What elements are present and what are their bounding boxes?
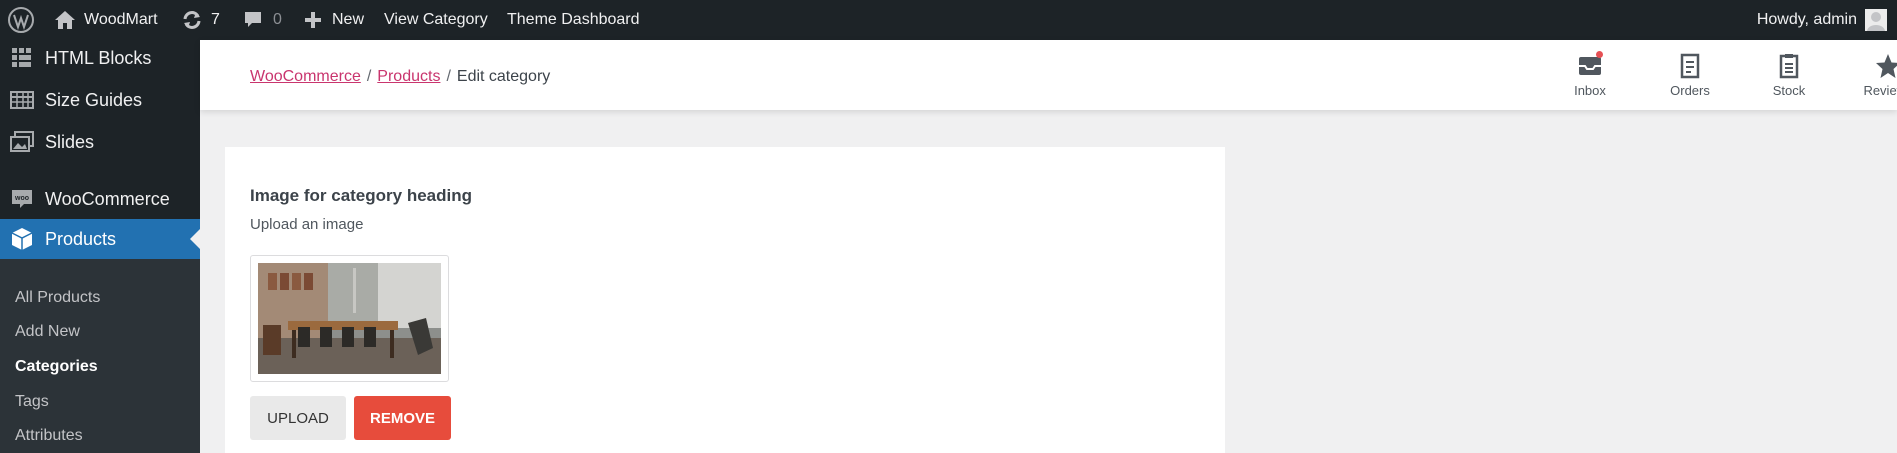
submenu-item-add-new[interactable]: Add New <box>15 323 80 341</box>
star-icon <box>1874 52 1897 80</box>
submenu-item-categories[interactable]: Categories <box>15 358 98 376</box>
stock-button[interactable]: Stock <box>1749 50 1829 102</box>
breadcrumb-separator: / <box>366 68 372 85</box>
sidebar-item-label: HTML Blocks <box>45 47 152 68</box>
view-category-label: View Category <box>384 11 488 28</box>
sidebar-item-size-guides[interactable]: Size Guides <box>0 80 200 120</box>
sidebar-item-label: WooCommerce <box>45 188 170 209</box>
inbox-label: Inbox <box>1574 83 1606 98</box>
field-title: Image for category heading <box>250 186 472 205</box>
comment-bubble-icon <box>243 10 263 30</box>
submenu-item-attributes[interactable]: Attributes <box>15 427 83 445</box>
sidebar-item-products[interactable]: Products <box>0 219 200 259</box>
wordpress-logo-icon[interactable] <box>8 0 34 40</box>
category-image-thumbnail <box>250 255 449 382</box>
avatar <box>1865 9 1887 31</box>
breadcrumb: WooCommerce / Products / Edit category <box>250 68 550 86</box>
sidebar-item-label: Slides <box>45 131 95 152</box>
plus-icon <box>304 11 322 29</box>
reviews-button[interactable]: Reviews <box>1848 50 1897 102</box>
updates-link[interactable]: 7 <box>181 0 220 40</box>
woocommerce-header: WooCommerce / Products / Edit category Inbox… <box>200 40 1897 110</box>
breadcrumb-link-products[interactable]: Products <box>377 68 440 85</box>
inbox-icon <box>1576 51 1604 80</box>
sidebar-item-html-blocks[interactable]: HTML Blocks <box>0 40 200 76</box>
products-submenu: All Products Add New Categories Tags Att… <box>0 259 200 453</box>
theme-dashboard-link[interactable]: Theme Dashboard <box>507 0 640 40</box>
category-image-panel: Image for category heading Upload an ima… <box>225 147 1225 453</box>
notification-dot <box>1596 51 1603 58</box>
dining-room-photo <box>258 263 441 374</box>
stock-clipboard-icon <box>1775 52 1803 80</box>
comments-count: 0 <box>273 11 282 28</box>
reviews-label: Reviews <box>1863 83 1897 98</box>
comments-link[interactable]: 0 <box>243 0 282 40</box>
breadcrumb-separator: / <box>446 68 451 85</box>
current-menu-arrow <box>190 229 200 249</box>
sidebar-item-slides[interactable]: Slides <box>0 122 200 162</box>
orders-clipboard-icon <box>1676 52 1704 80</box>
product-box-icon <box>10 227 34 251</box>
svg-text:woo: woo <box>14 195 29 202</box>
sidebar-item-label: Products <box>45 228 117 249</box>
inbox-button[interactable]: Inbox <box>1550 50 1630 102</box>
breadcrumb-link-woocommerce[interactable]: WooCommerce <box>250 68 361 85</box>
admin-sidebar: HTML Blocks Size Guides Slides woo WooCo… <box>0 40 200 453</box>
site-name-link[interactable]: WoodMart <box>54 0 158 40</box>
woocommerce-bubble-icon: woo <box>10 187 34 211</box>
site-name: WoodMart <box>84 11 158 28</box>
breadcrumb-current: Edit category <box>456 68 551 85</box>
slides-images-icon <box>10 130 34 154</box>
new-label: New <box>332 11 365 28</box>
updates-count: 7 <box>211 11 220 28</box>
submenu-item-all-products[interactable]: All Products <box>15 289 100 307</box>
my-account-link[interactable]: Howdy, admin <box>1757 0 1887 40</box>
home-icon <box>54 10 76 30</box>
view-category-link[interactable]: View Category <box>384 0 488 40</box>
updates-icon <box>181 10 203 30</box>
upload-button[interactable]: UPLOAD <box>250 396 346 440</box>
orders-label: Orders <box>1670 83 1710 98</box>
new-content-link[interactable]: New <box>304 0 364 40</box>
greeting: Howdy, admin <box>1756 11 1857 28</box>
orders-button[interactable]: Orders <box>1650 50 1730 102</box>
blocks-grid-icon <box>10 46 34 70</box>
sidebar-item-label: Size Guides <box>45 89 143 110</box>
admin-bar: WoodMart 7 0 New View Category Theme Das… <box>0 0 1897 40</box>
ruler-table-icon <box>10 88 34 112</box>
sidebar-item-woocommerce[interactable]: woo WooCommerce <box>0 178 200 220</box>
field-help-text: Upload an image <box>250 216 364 233</box>
remove-button[interactable]: REMOVE <box>354 396 451 440</box>
theme-dashboard-label: Theme Dashboard <box>507 11 640 28</box>
stock-label: Stock <box>1772 83 1806 98</box>
submenu-item-tags[interactable]: Tags <box>15 393 49 411</box>
